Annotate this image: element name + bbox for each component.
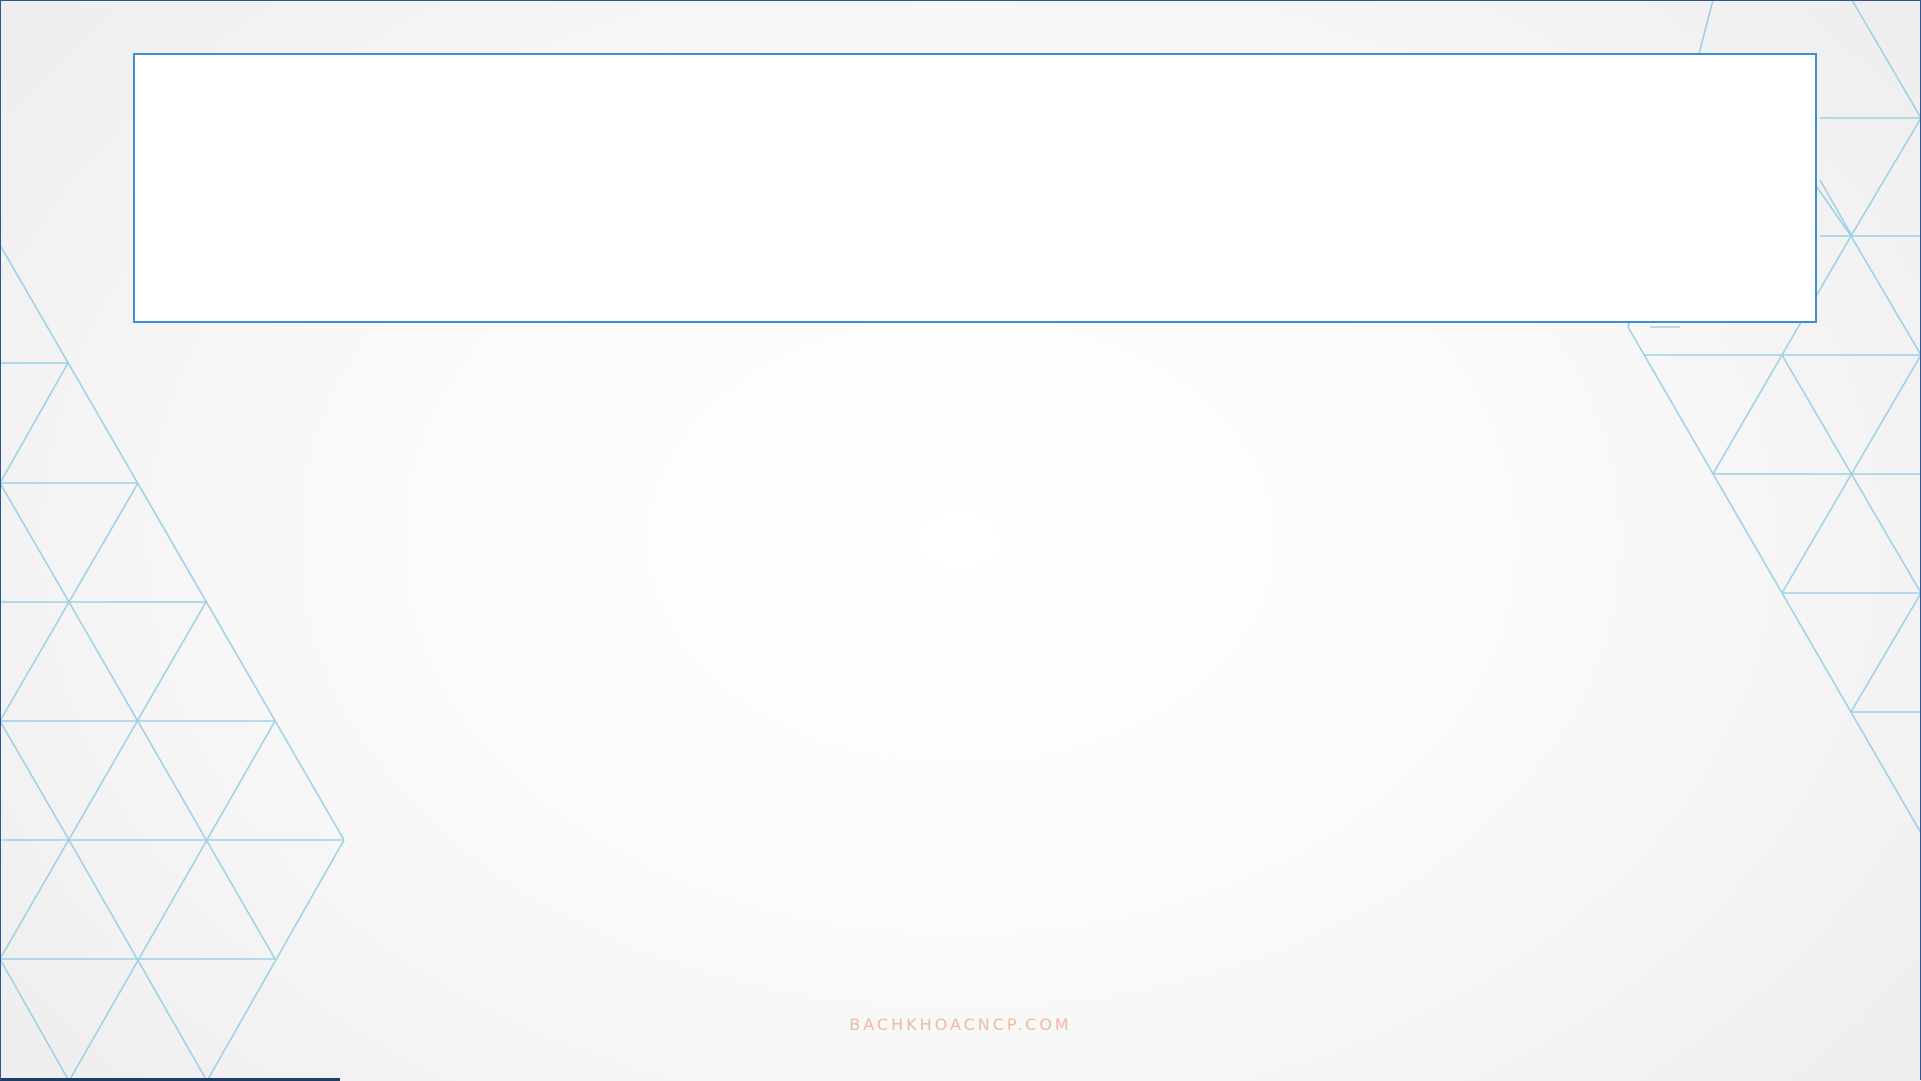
- watermark-text: BACHKHOACNCP.COM: [849, 1015, 1072, 1034]
- title-placeholder-box[interactable]: [133, 53, 1817, 323]
- left-triangle-pattern: [0, 244, 345, 1081]
